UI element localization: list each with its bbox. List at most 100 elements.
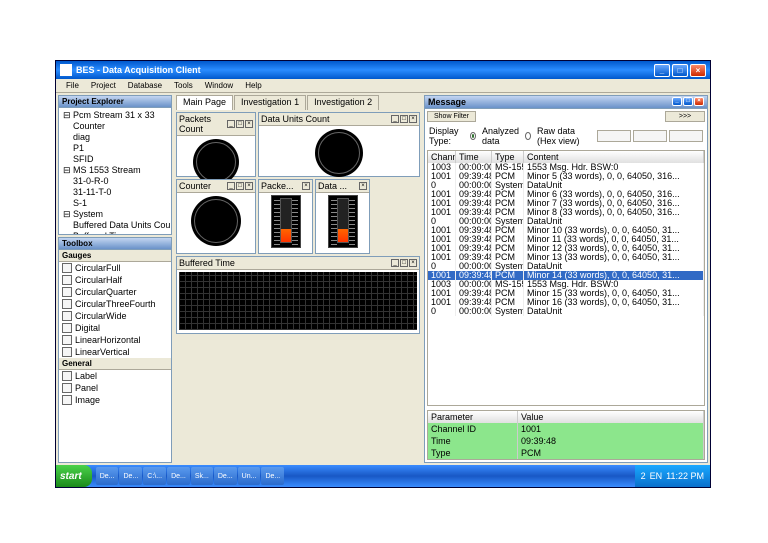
close-icon[interactable]: × [409, 259, 417, 267]
close-icon[interactable]: × [359, 182, 367, 190]
grid-row[interactable]: 100109:39:48PCMMinor 8 (33 words), 0, 0,… [428, 208, 704, 217]
tree-node[interactable]: Buffered Time [61, 231, 169, 235]
toolbox-item[interactable]: LinearHorizontal [59, 334, 171, 346]
grid-row[interactable]: 100109:39:48PCMMinor 5 (33 words), 0, 0,… [428, 172, 704, 181]
tree-node[interactable]: P1 [61, 143, 169, 154]
close-icon[interactable]: × [245, 120, 253, 128]
grid-header-cell[interactable]: Type [492, 151, 524, 163]
packets-count-gauge[interactable]: Packets Count_□× [176, 112, 256, 177]
toolbox-item[interactable]: CircularFull [59, 262, 171, 274]
parameter-grid[interactable]: ParameterValueChannel ID1001Time09:39:48… [427, 410, 705, 460]
buffered-time-chart[interactable]: Buffered Time_□× [176, 256, 420, 334]
tree-node[interactable]: ⊟ Pcm Stream 31 x 33 [61, 110, 169, 121]
min-icon[interactable]: _ [391, 259, 399, 267]
close-button[interactable]: × [690, 64, 706, 77]
grid-row[interactable]: 100109:39:48PCMMinor 11 (33 words), 0, 0… [428, 235, 704, 244]
grid-row[interactable]: 100109:39:48PCMMinor 10 (33 words), 0, 0… [428, 226, 704, 235]
toolbox-item[interactable]: CircularThreeFourth [59, 298, 171, 310]
grid-row[interactable]: 100300:00:00MS-15531553 Msg. Hdr. BSW:0 [428, 280, 704, 289]
analyzed-radio[interactable] [470, 132, 476, 140]
tab[interactable]: Investigation 1 [234, 95, 306, 110]
taskbar-item[interactable]: De... [119, 467, 142, 485]
show-filter-button[interactable]: Show Filter [427, 111, 476, 122]
grid-row[interactable]: 100109:39:48PCMMinor 14 (33 words), 0, 0… [428, 271, 704, 280]
grid-row[interactable]: 100109:39:48PCMMinor 15 (33 words), 0, 0… [428, 289, 704, 298]
tree-node[interactable]: SFID [61, 154, 169, 165]
max-icon[interactable]: □ [683, 97, 693, 106]
menu-tools[interactable]: Tools [168, 81, 199, 90]
grid-row[interactable]: 000:00:00SystemDataUnit [428, 181, 704, 190]
message-grid[interactable]: ChannelTimeTypeContent100300:00:00MS-155… [427, 150, 705, 406]
taskbar-item[interactable]: Sk... [191, 467, 213, 485]
menu-file[interactable]: File [60, 81, 85, 90]
grid-header-cell[interactable]: Content [524, 151, 704, 163]
toolbox-item[interactable]: Label [59, 370, 171, 382]
toolbox-item[interactable]: CircularWide [59, 310, 171, 322]
tree-node[interactable]: Counter [61, 121, 169, 132]
toolbox-group[interactable]: General [59, 358, 171, 370]
taskbar-item[interactable]: Un... [238, 467, 261, 485]
menu-help[interactable]: Help [239, 81, 267, 90]
min-icon[interactable]: _ [672, 97, 682, 106]
taskbar-item[interactable]: C:\... [143, 467, 166, 485]
close-icon[interactable]: × [302, 182, 310, 190]
max-icon[interactable]: □ [236, 120, 244, 128]
param-header-cell[interactable]: Parameter [428, 411, 518, 423]
close-icon[interactable]: × [694, 97, 704, 106]
grid-row[interactable]: 100109:39:48PCMMinor 12 (33 words), 0, 0… [428, 244, 704, 253]
param-header-cell[interactable]: Value [518, 411, 704, 423]
grid-header-cell[interactable]: Time [456, 151, 492, 163]
menu-project[interactable]: Project [85, 81, 122, 90]
minimize-button[interactable]: _ [654, 64, 670, 77]
tab[interactable]: Investigation 2 [307, 95, 379, 110]
grid-row[interactable]: 100109:39:48PCMMinor 7 (33 words), 0, 0,… [428, 199, 704, 208]
menu-database[interactable]: Database [122, 81, 168, 90]
tree-node[interactable]: 31-0-R-0 [61, 176, 169, 187]
grid-row[interactable]: 100109:39:48PCMMinor 6 (33 words), 0, 0,… [428, 190, 704, 199]
close-icon[interactable]: × [245, 182, 253, 190]
min-icon[interactable]: _ [227, 182, 235, 190]
taskbar-item[interactable]: De... [261, 467, 284, 485]
tree-node[interactable]: diag [61, 132, 169, 143]
combo-1[interactable] [597, 130, 631, 142]
max-icon[interactable]: □ [400, 115, 408, 123]
grid-row[interactable]: 000:00:00SystemDataUnit [428, 262, 704, 271]
max-icon[interactable]: □ [400, 259, 408, 267]
packets-linear-gauge[interactable]: Packe...× [258, 179, 313, 254]
param-row[interactable]: TypePCM [428, 447, 704, 459]
more-button[interactable]: >>> [665, 111, 705, 122]
toolbox-item[interactable]: CircularQuarter [59, 286, 171, 298]
combo-2[interactable] [633, 130, 667, 142]
raw-radio[interactable] [525, 132, 531, 140]
data-linear-gauge[interactable]: Data ...× [315, 179, 370, 254]
project-tree[interactable]: ⊟ Pcm Stream 31 x 33CounterdiagP1SFID⊟ M… [59, 108, 171, 235]
tree-node[interactable]: ⊟ MS 1553 Stream [61, 165, 169, 176]
tree-node[interactable]: Buffered Data Units Count [61, 220, 169, 231]
grid-row[interactable]: 100300:00:00MS-15531553 Msg. Hdr. BSW:0 [428, 163, 704, 172]
tab[interactable]: Main Page [176, 95, 233, 110]
toolbox-item[interactable]: Panel [59, 382, 171, 394]
param-row[interactable]: Channel ID1001 [428, 423, 704, 435]
data-units-count-gauge[interactable]: Data Units Count_□× [258, 112, 420, 177]
min-icon[interactable]: _ [227, 120, 235, 128]
param-row[interactable]: Time09:39:48 [428, 435, 704, 447]
toolbox-group[interactable]: Gauges [59, 250, 171, 262]
close-icon[interactable]: × [409, 115, 417, 123]
tree-node[interactable]: ⊟ System [61, 209, 169, 220]
taskbar-item[interactable]: De... [96, 467, 119, 485]
start-button[interactable]: start [56, 465, 92, 487]
grid-row[interactable]: 000:00:00SystemDataUnit [428, 217, 704, 226]
toolbox-item[interactable]: CircularHalf [59, 274, 171, 286]
counter-gauge[interactable]: Counter_□× [176, 179, 256, 254]
grid-header-cell[interactable]: Channel [428, 151, 456, 163]
min-icon[interactable]: _ [391, 115, 399, 123]
combo-3[interactable] [669, 130, 703, 142]
grid-row[interactable]: 000:00:00SystemDataUnit [428, 307, 704, 316]
tree-node[interactable]: S-1 [61, 198, 169, 209]
tree-node[interactable]: 31-11-T-0 [61, 187, 169, 198]
toolbox-item[interactable]: LinearVertical [59, 346, 171, 358]
maximize-button[interactable]: □ [672, 64, 688, 77]
grid-row[interactable]: 100109:39:48PCMMinor 13 (33 words), 0, 0… [428, 253, 704, 262]
max-icon[interactable]: □ [236, 182, 244, 190]
taskbar-item[interactable]: De... [214, 467, 237, 485]
